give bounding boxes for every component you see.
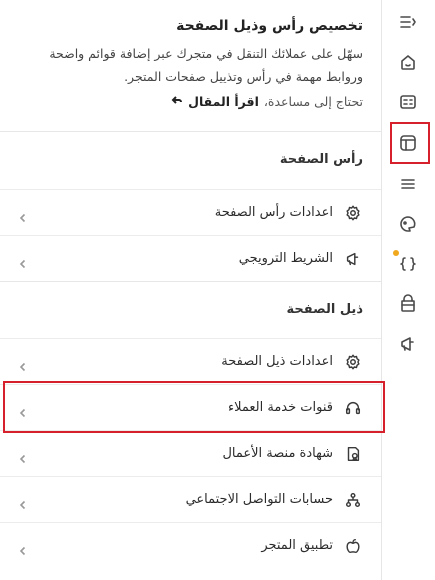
help-link[interactable]: اقرأ المقال	[188, 94, 259, 109]
active-highlight	[390, 122, 430, 164]
promo-bar-label: الشريط الترويجي	[238, 251, 333, 266]
header-settings-label: اعدادات رأس الصفحة	[214, 205, 333, 220]
back-arrow-icon	[171, 94, 183, 109]
settings-icon	[343, 352, 363, 372]
network-icon	[343, 490, 363, 510]
certificate-row[interactable]: شهادة منصة الأعمال	[0, 430, 381, 476]
theme-icon[interactable]	[381, 206, 435, 242]
divider	[0, 281, 381, 282]
store-app-row[interactable]: تطبيق المتجر	[0, 522, 381, 568]
megaphone-icon	[343, 249, 363, 269]
social-accounts-row[interactable]: حسابات التواصل الاجتماعي	[0, 476, 381, 522]
menu-icon[interactable]	[381, 166, 435, 202]
page-title: تخصيص رأس وذيل الصفحة	[176, 18, 363, 34]
intro-block: تخصيص رأس وذيل الصفحة سهّل على عملائك ال…	[0, 0, 381, 109]
store-app-label: تطبيق المتجر	[261, 538, 333, 553]
promo-bar-row[interactable]: الشريط الترويجي	[0, 235, 381, 281]
chevron-left-icon	[18, 449, 28, 463]
chevron-left-icon	[18, 357, 28, 371]
apple-icon	[343, 536, 363, 556]
side-rail	[381, 0, 435, 580]
divider	[0, 131, 381, 132]
home-icon[interactable]	[381, 44, 435, 80]
layout-icon[interactable]	[381, 122, 435, 164]
main-panel: تخصيص رأس وذيل الصفحة سهّل على عملائك ال…	[0, 0, 385, 580]
certificate-label: شهادة منصة الأعمال	[222, 446, 333, 461]
certificate-icon	[343, 444, 363, 464]
footer-settings-label: اعدادات ذيل الصفحة	[221, 354, 333, 369]
chevron-left-icon	[18, 254, 28, 268]
footer-settings-row[interactable]: اعدادات ذيل الصفحة	[0, 338, 381, 384]
footer-section-title: ذيل الصفحة	[286, 302, 363, 317]
header-settings-row[interactable]: اعدادات رأس الصفحة	[0, 189, 381, 235]
customer-service-row[interactable]: قنوات خدمة العملاء	[0, 384, 381, 430]
customer-service-label: قنوات خدمة العملاء	[228, 400, 333, 415]
help-text: تحتاج إلى مساعدة،	[263, 94, 363, 109]
headset-icon	[343, 398, 363, 418]
chevron-left-icon	[18, 495, 28, 509]
settings-icon	[343, 203, 363, 223]
megaphone-icon[interactable]	[381, 326, 435, 362]
package-icon[interactable]	[381, 286, 435, 322]
chevron-left-icon	[18, 541, 28, 555]
chevron-left-icon	[18, 208, 28, 222]
cards-icon[interactable]	[381, 84, 435, 120]
notification-dot	[393, 250, 399, 256]
intro-description: سهّل على عملائك التنقل في متجرك عبر إضاف…	[49, 46, 363, 84]
social-accounts-label: حسابات التواصل الاجتماعي	[185, 492, 333, 507]
code-icon[interactable]	[381, 246, 435, 282]
collapse-icon[interactable]	[381, 4, 435, 40]
header-section-title: رأس الصفحة	[279, 152, 363, 167]
chevron-left-icon	[18, 403, 28, 417]
help-line: تحتاج إلى مساعدة، اقرأ المقال	[18, 94, 363, 109]
